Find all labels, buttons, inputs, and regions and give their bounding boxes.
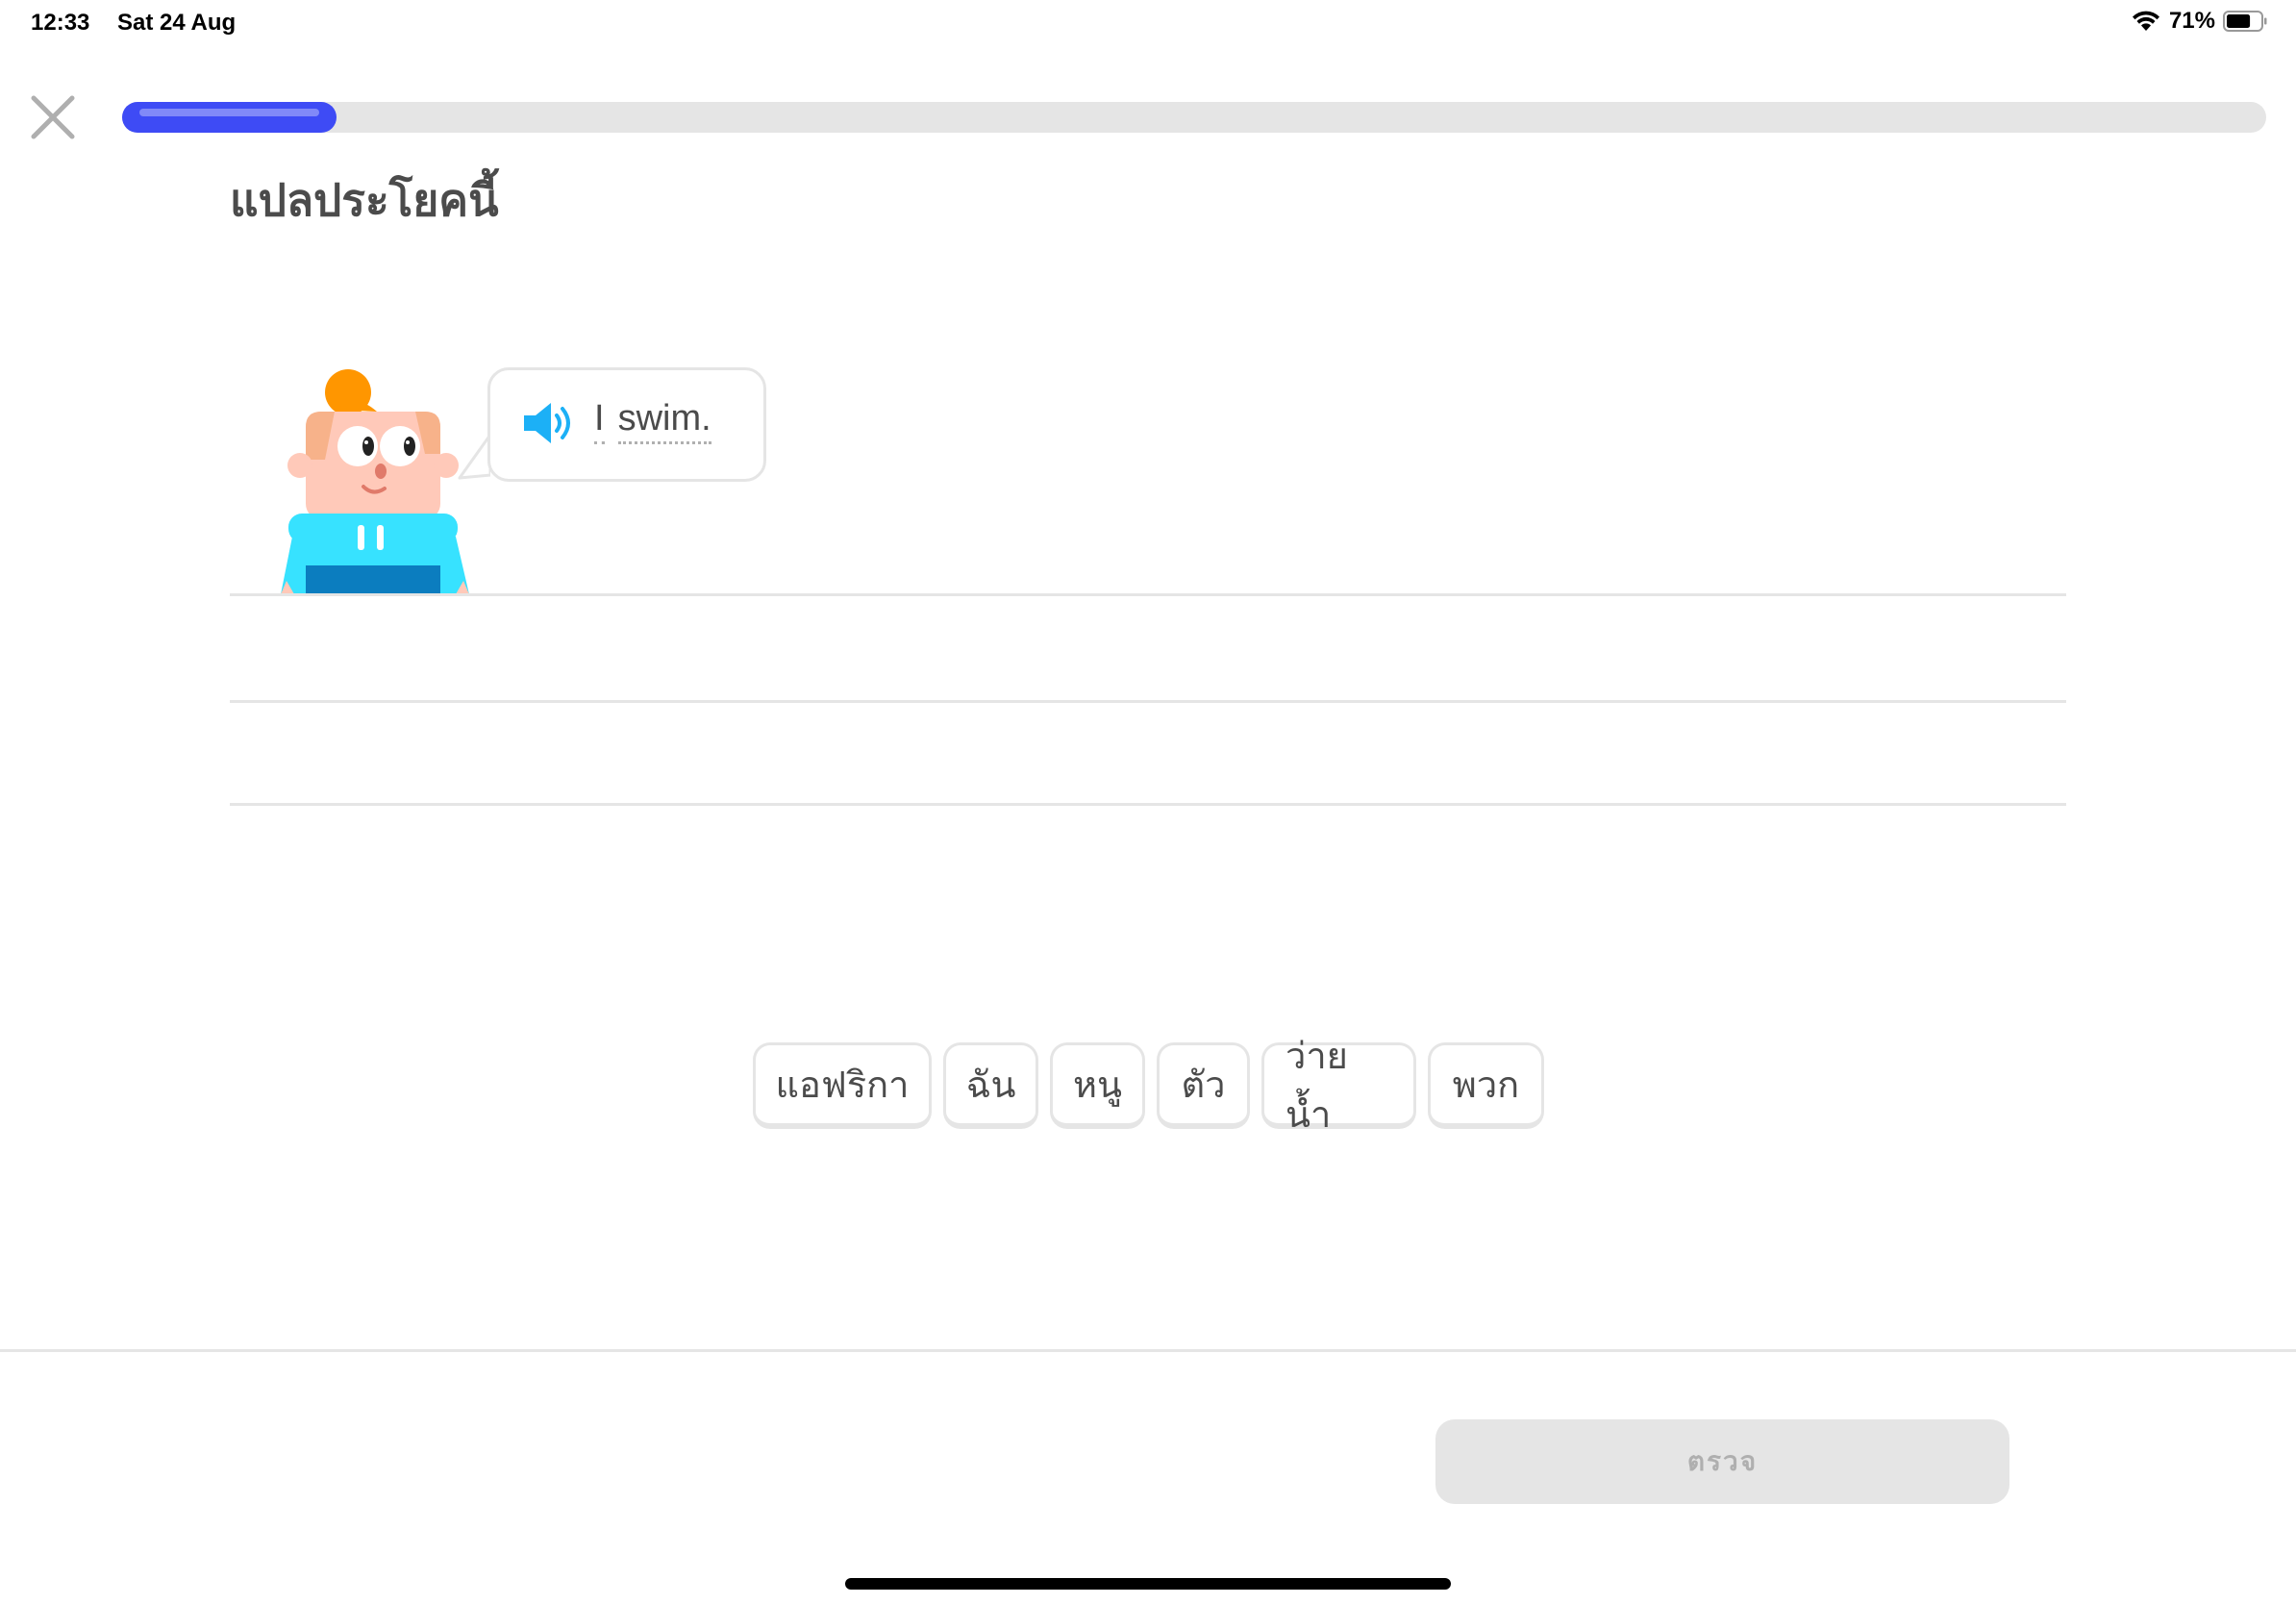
wifi-icon [2132, 11, 2159, 31]
prompt-title: แปลประโยคนี้ [230, 174, 499, 226]
word-chip[interactable]: แอฟริกา [753, 1042, 932, 1129]
check-button[interactable]: ตรวจ [1435, 1419, 2009, 1504]
word-chip[interactable]: พวก [1428, 1042, 1544, 1129]
progress-fill [122, 102, 337, 133]
word-chip[interactable]: ตัว [1157, 1042, 1250, 1129]
word-chip[interactable]: ว่ายน้ำ [1261, 1035, 1416, 1136]
battery-percentage: 71% [2168, 8, 2215, 34]
speaker-icon[interactable] [520, 399, 578, 447]
lesson-progress-bar [122, 102, 2266, 133]
progress-shine [139, 109, 319, 116]
word-chip[interactable]: ฉัน [943, 1042, 1038, 1129]
answer-line [230, 593, 2066, 596]
hint-word[interactable]: I [594, 399, 605, 444]
hint-word[interactable]: swim. [617, 399, 711, 444]
footer-divider [0, 1349, 2296, 1352]
battery-icon [2223, 11, 2267, 32]
character-avatar [281, 369, 469, 594]
word-chip[interactable]: หนู [1050, 1042, 1145, 1129]
status-time: 12:33 [31, 10, 90, 36]
answer-line [230, 803, 2066, 806]
status-date: Sat 24 Aug [117, 10, 237, 36]
answer-line [230, 700, 2066, 703]
sentence-words: I swim. [594, 399, 711, 444]
close-icon[interactable] [29, 93, 77, 141]
status-indicators: 71% [2131, 8, 2267, 35]
home-indicator[interactable] [845, 1578, 1451, 1590]
speech-bubble: I swim. [487, 367, 766, 482]
word-bank: แอฟริกา ฉัน หนู ตัว ว่ายน้ำ พวก [753, 1035, 1544, 1136]
